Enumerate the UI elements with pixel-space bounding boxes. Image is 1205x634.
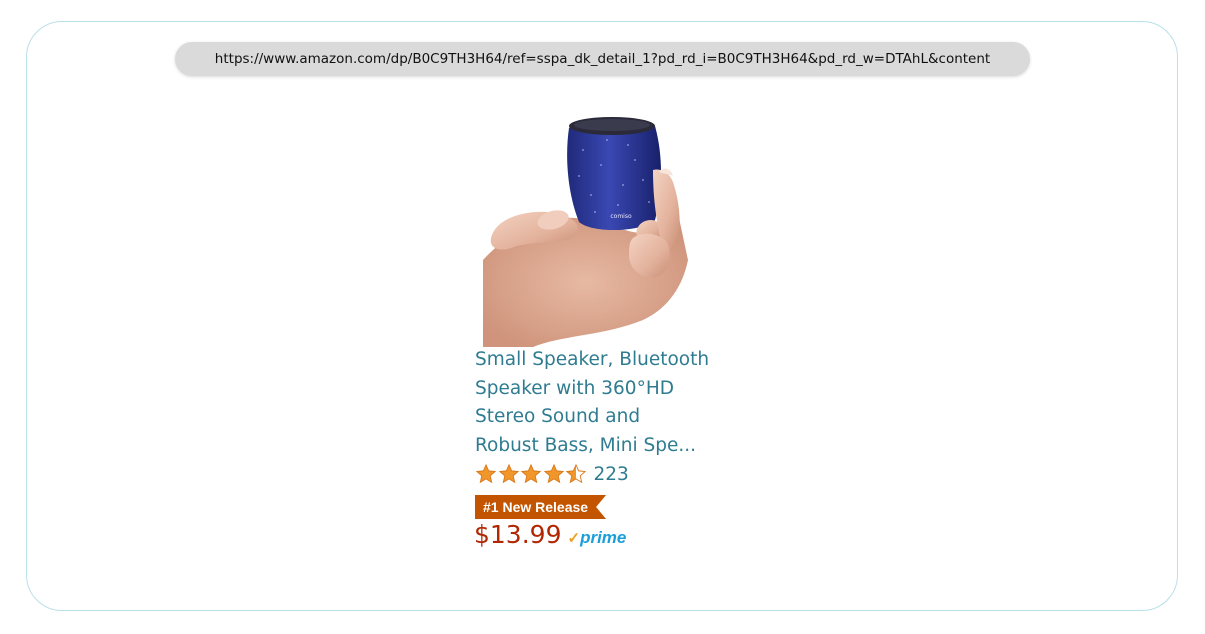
- price-row: $13.99 ✓ prime: [474, 520, 626, 549]
- prime-logo: ✓ prime: [567, 528, 626, 548]
- best-seller-badge: #1 New Release: [475, 495, 606, 519]
- price: $13.99: [474, 520, 562, 549]
- star-icon: [475, 463, 497, 484]
- star-icon: [520, 463, 542, 484]
- star-icon: [565, 463, 587, 484]
- product-image[interactable]: comiso: [483, 110, 713, 347]
- url-text: https://www.amazon.com/dp/B0C9TH3H64/ref…: [214, 51, 991, 67]
- star-rating: [475, 463, 588, 485]
- url-bar[interactable]: https://www.amazon.com/dp/B0C9TH3H64/ref…: [175, 42, 1030, 76]
- title-line: Stereo Sound and: [475, 406, 641, 428]
- rating-row[interactable]: 223: [475, 460, 629, 488]
- prime-check-icon: ✓: [567, 530, 581, 547]
- product-title-link[interactable]: Small Speaker, Bluetooth Speaker with 36…: [475, 346, 715, 460]
- title-line: Speaker with 360°HD: [475, 377, 674, 399]
- svg-text:comiso: comiso: [610, 213, 632, 220]
- title-line: Robust Bass, Mini Spe...: [475, 434, 697, 456]
- review-count[interactable]: 223: [594, 464, 629, 485]
- title-line: Small Speaker, Bluetooth: [475, 349, 710, 370]
- star-icon: [498, 463, 519, 484]
- prime-label: prime: [580, 528, 627, 547]
- star-icon: [543, 463, 564, 484]
